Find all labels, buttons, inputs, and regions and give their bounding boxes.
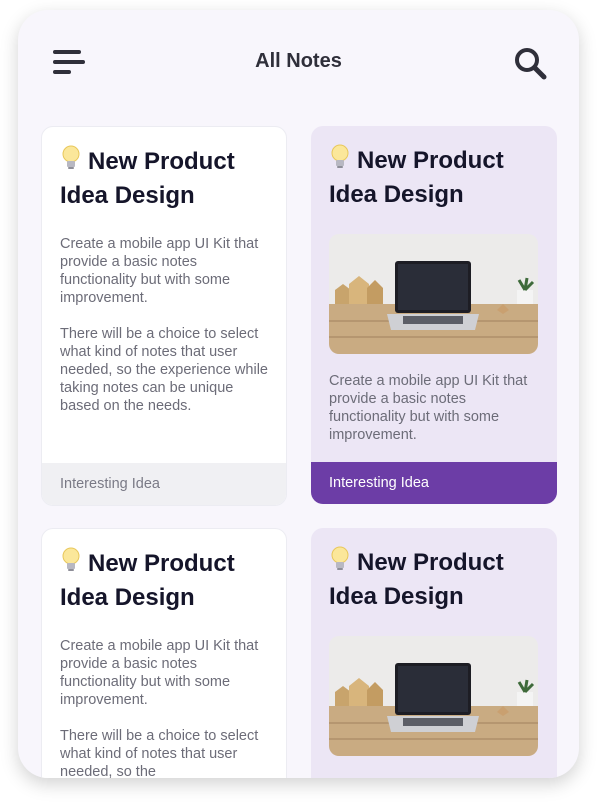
- note-title: New Product Idea Design: [60, 547, 275, 615]
- note-body: Create a mobile app UI Kit that provide …: [329, 373, 528, 443]
- note-body: Create a mobile app UI Kit that provide …: [60, 638, 259, 778]
- lightbulb-icon: [331, 144, 349, 168]
- note-card[interactable]: New Product Idea Design: [311, 528, 557, 778]
- phone-screen: All Notes New Product Idea Design Create…: [18, 10, 579, 778]
- page-title: All Notes: [255, 50, 342, 72]
- lightbulb-icon: [62, 547, 80, 571]
- note-tag[interactable]: Interesting Idea: [311, 462, 557, 504]
- note-card[interactable]: New Product Idea Design Create a mobile …: [41, 126, 287, 506]
- search-icon[interactable]: [513, 46, 547, 80]
- note-title-text: New Product Idea Design: [329, 549, 504, 610]
- note-title-text: New Product Idea Design: [60, 550, 235, 611]
- note-title: New Product Idea Design: [329, 546, 544, 614]
- laptop-photo: [329, 636, 538, 756]
- note-tag[interactable]: Interesting Idea: [42, 463, 286, 505]
- note-title-text: New Product Idea Design: [60, 148, 235, 209]
- note-card[interactable]: New Product Idea Design Create a mobile …: [41, 528, 287, 778]
- lightbulb-icon: [331, 546, 349, 570]
- note-title-text: New Product Idea Design: [329, 147, 504, 208]
- app-header: All Notes: [18, 10, 579, 116]
- laptop-photo: [329, 234, 538, 354]
- note-card[interactable]: New Product Idea Design Create a mobile …: [311, 126, 557, 504]
- note-title: New Product Idea Design: [329, 144, 544, 212]
- note-title: New Product Idea Design: [60, 145, 275, 213]
- note-body: Create a mobile app UI Kit that provide …: [60, 236, 268, 414]
- lightbulb-icon: [62, 145, 80, 169]
